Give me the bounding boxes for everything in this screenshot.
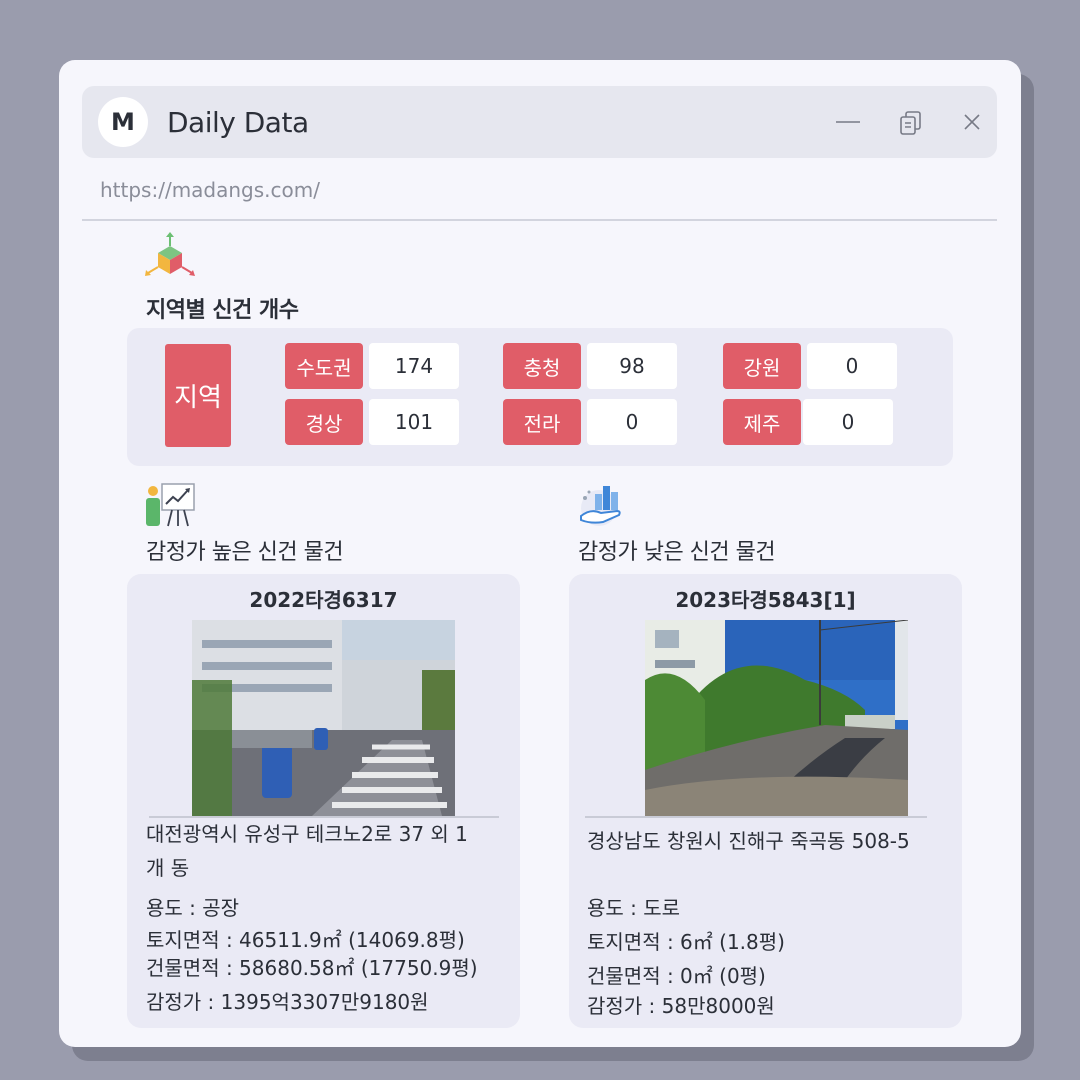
app-title: Daily Data — [167, 106, 309, 139]
title-bar: M Daily Data — [82, 86, 997, 158]
region-count: 0 — [803, 399, 893, 445]
cube-arrows-icon — [144, 232, 196, 284]
region-chip: 강원 — [723, 343, 801, 389]
minimize-button[interactable] — [834, 108, 862, 136]
copy-button[interactable] — [897, 108, 925, 136]
app-window: M Daily Data https://madangs.com/ 지역별 신건… — [59, 60, 1021, 1047]
property-photo[interactable] — [192, 620, 455, 816]
region-chip: 수도권 — [285, 343, 363, 389]
minimize-icon — [836, 121, 860, 123]
address-line: 경상남도 창원시 진해구 죽곡동 508-5 — [587, 829, 910, 853]
address-line: 대전광역시 유성구 테크노2로 37 외 1 — [146, 822, 468, 846]
high-property-card[interactable]: 2022타경6317 대전광역시 유성구 테크노2로 37 외 1 개 동 용도… — [127, 574, 520, 1028]
region-count: 0 — [807, 343, 897, 389]
presentation-chart-icon — [144, 480, 196, 532]
case-number: 2022타경6317 — [249, 588, 398, 612]
region-count: 0 — [587, 399, 677, 445]
close-icon — [964, 114, 980, 130]
copy-icon — [900, 111, 921, 135]
low-property-card[interactable]: 2023타경5843[1] 경상남도 창원시 진해구 죽곡동 508-5 용도 … — [569, 574, 962, 1028]
region-chip: 경상 — [285, 399, 363, 445]
region-count: 98 — [587, 343, 677, 389]
region-chip: 제주 — [723, 399, 801, 445]
header-divider — [82, 219, 997, 221]
property-usage: 용도 : 공장 — [146, 896, 240, 920]
appraisal-price: 감정가 : 58만8000원 — [587, 994, 775, 1018]
property-photo[interactable] — [645, 620, 908, 816]
case-number: 2023타경5843[1] — [675, 588, 856, 612]
region-count-panel: 지역 수도권 174 충청 98 강원 0 경상 101 전라 0 제주 0 — [127, 328, 953, 466]
appraisal-price: 감정가 : 1395억3307만9180원 — [146, 990, 429, 1014]
land-area: 토지면적 : 46511.9㎡ (14069.8평) — [146, 928, 465, 952]
region-count: 174 — [369, 343, 459, 389]
property-address: 대전광역시 유성구 테크노2로 37 외 1 개 동 — [146, 817, 506, 885]
region-section-title: 지역별 신건 개수 — [146, 298, 299, 323]
region-chip: 충청 — [503, 343, 581, 389]
address-line: 개 동 — [146, 856, 190, 880]
close-button[interactable] — [958, 108, 986, 136]
card-divider — [585, 816, 927, 818]
region-chip: 전라 — [503, 399, 581, 445]
region-count: 101 — [369, 399, 459, 445]
building-area: 건물면적 : 0㎡ (0평) — [587, 964, 766, 988]
property-usage: 용도 : 도로 — [587, 896, 681, 920]
avatar: M — [98, 97, 148, 147]
building-area: 건물면적 : 58680.58㎡ (17750.9평) — [146, 956, 478, 980]
low-section-title: 감정가 낮은 신건 물건 — [578, 540, 776, 565]
region-label: 지역 — [165, 344, 231, 447]
property-address: 경상남도 창원시 진해구 죽곡동 508-5 — [587, 824, 947, 858]
land-area: 토지면적 : 6㎡ (1.8평) — [587, 930, 785, 954]
high-section-title: 감정가 높은 신건 물건 — [146, 540, 344, 565]
hand-chart-icon — [577, 480, 629, 532]
url-text[interactable]: https://madangs.com/ — [100, 178, 320, 202]
